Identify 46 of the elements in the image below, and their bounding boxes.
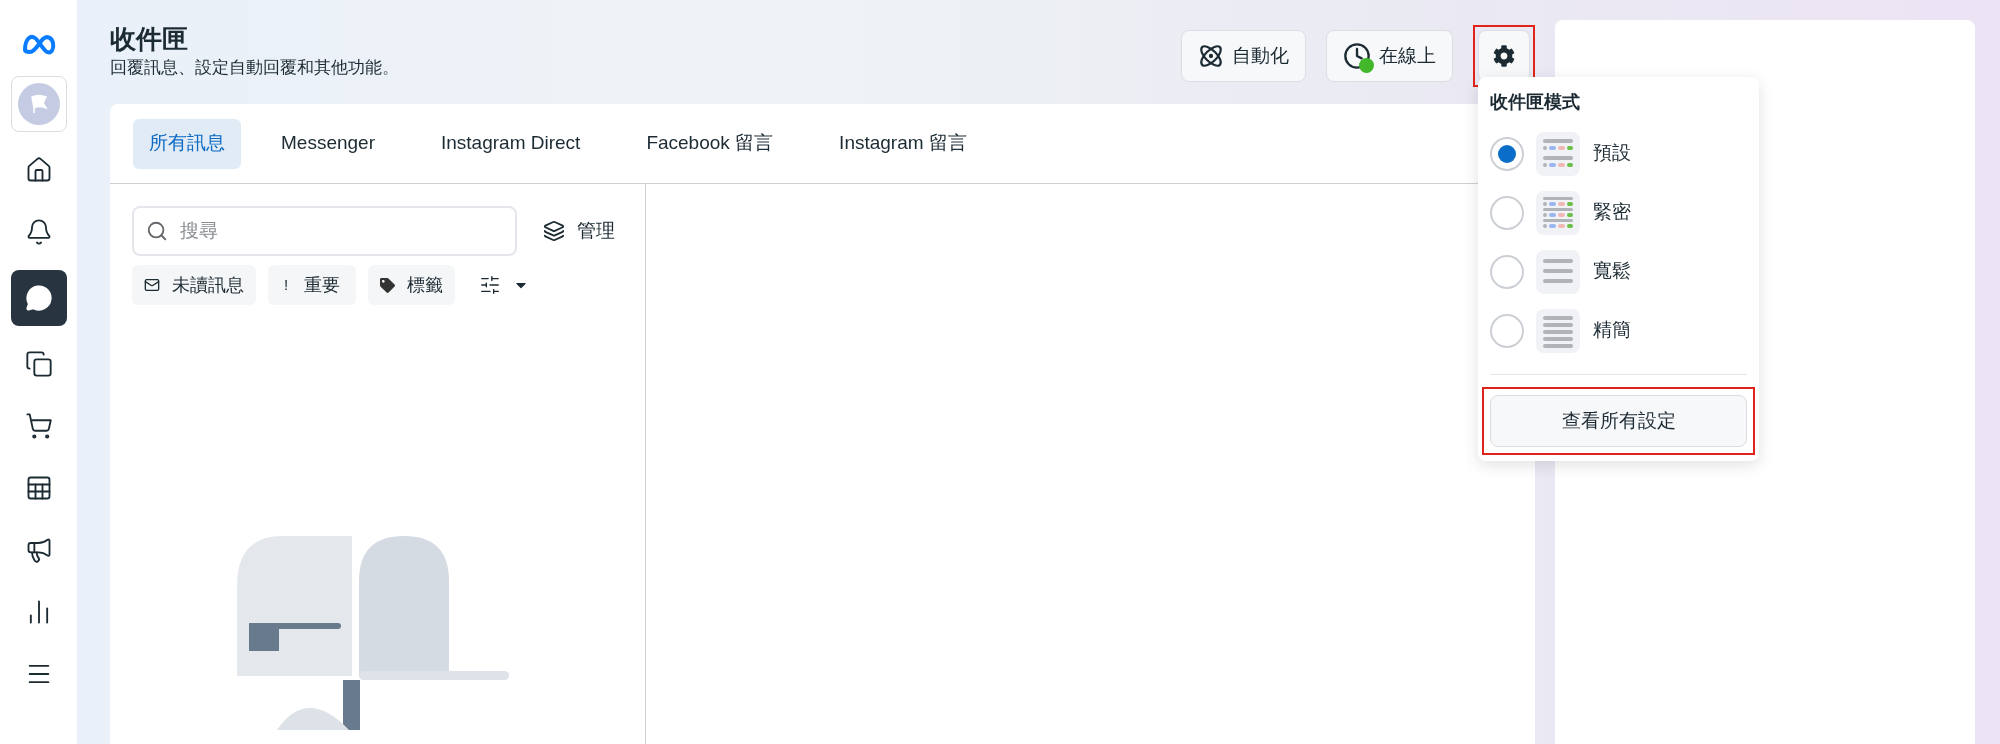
manage-button[interactable]: 管理 [543,216,615,246]
layout-preview-icon [1536,249,1580,294]
layers-icon [543,220,565,242]
menu-title: 收件匣模式 [1490,91,1581,114]
layout-option[interactable]: 緊密 [1490,183,1747,242]
tag-icon [380,277,396,293]
channel-tab[interactable]: Messenger [255,118,401,169]
channel-tab[interactable]: 所有訊息 [133,118,241,169]
option-label: 精簡 [1593,318,1631,343]
filter-chip[interactable]: ! 重要 [268,265,357,305]
radio-button[interactable] [1490,313,1524,348]
sidebar-nav-item[interactable] [10,270,67,326]
radio-button[interactable] [1490,136,1524,171]
layout-preview-icon [1536,190,1580,235]
radio-button[interactable] [1490,195,1524,230]
layout-option[interactable]: 預設 [1490,124,1747,183]
channel-tab[interactable]: Instagram Direct [415,118,607,169]
atom-icon [1198,43,1224,69]
envelope-icon [144,277,160,293]
status-button[interactable]: 在線上 [1326,30,1453,82]
search-field[interactable]: 搜尋 [132,206,517,256]
filter-chip[interactable]: 標籤 [368,265,456,305]
option-label: 寬鬆 [1593,259,1631,284]
view-all-settings-button[interactable]: 查看所有設定 [1490,395,1747,447]
filter-chip[interactable]: 未讀訊息 [132,265,256,305]
chat-bubble-icon [24,284,53,312]
page-subtitle: 回覆訊息、設定自動回覆和其他功能。 [110,57,400,79]
layout-preview-icon [1536,308,1580,353]
flag-avatar-icon [17,83,60,125]
radio-button[interactable] [1490,254,1524,289]
cart-icon [24,412,53,440]
layout-option[interactable]: 寬鬆 [1490,242,1747,301]
clock-icon [1343,42,1371,70]
option-label: 緊密 [1593,200,1631,225]
layout-preview-icon [1536,131,1580,176]
infinity-logo-icon [20,32,57,56]
settings-icon [1493,45,1515,67]
channel-tab[interactable]: Instagram 留言 [813,118,993,169]
sliders-icon [479,274,502,296]
channel-tab[interactable]: Facebook 留言 [620,118,800,169]
pages-icon [24,350,53,378]
automation-button[interactable]: 自動化 [1181,30,1306,82]
search-icon [146,220,168,242]
page-title: 收件匣 [110,23,189,56]
layout-option[interactable]: 精簡 [1490,301,1747,360]
option-label: 預設 [1593,141,1631,166]
